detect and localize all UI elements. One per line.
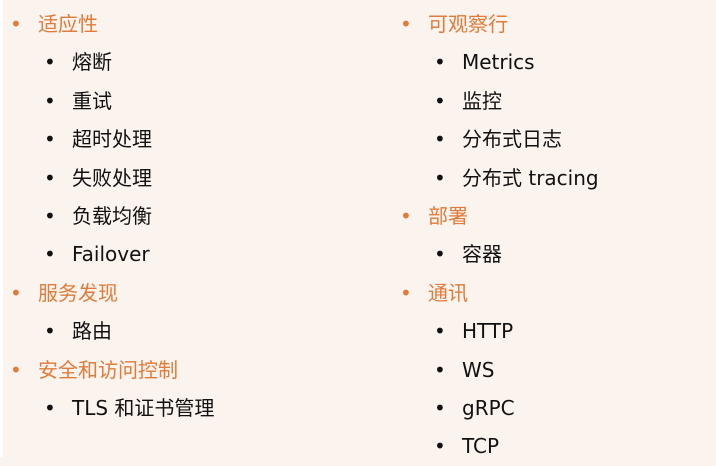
bullet-icon: • — [10, 357, 22, 382]
list-item-label: 分布式 tracing — [462, 165, 599, 190]
bullet-icon: • — [10, 280, 22, 305]
bullet-icon: • — [434, 50, 446, 75]
list-item-label: 熔断 — [72, 50, 112, 75]
list-item-label: TCP — [462, 434, 500, 459]
bullet-icon: • — [44, 242, 56, 267]
list-item-label: gRPC — [462, 395, 515, 420]
bullet-icon: • — [44, 319, 56, 344]
list-item-label: 负载均衡 — [72, 203, 152, 228]
bullet-icon: • — [434, 242, 446, 267]
list-item-label: HTTP — [462, 319, 514, 344]
bullet-icon: • — [44, 88, 56, 113]
list-item-label: WS — [462, 357, 495, 382]
bullet-icon: • — [10, 12, 22, 36]
section-heading: 部署 — [428, 203, 468, 228]
list-item-label: 监控 — [462, 88, 502, 113]
bullet-icon: • — [44, 395, 56, 420]
list-item-label: Metrics — [462, 50, 535, 75]
section-heading: 安全和访问控制 — [38, 357, 178, 382]
bullet-icon: • — [434, 434, 446, 459]
section-heading: 通讯 — [428, 280, 468, 305]
bullet-icon: • — [434, 357, 446, 382]
list-item-label: 容器 — [462, 242, 502, 267]
bullet-icon: • — [400, 203, 412, 228]
section-heading: 可观察行 — [428, 12, 508, 36]
bullet-icon: • — [434, 165, 446, 190]
list-item-label: 重试 — [72, 88, 112, 113]
list-item-label: 超时处理 — [72, 127, 152, 152]
bullet-icon: • — [400, 280, 412, 305]
list-item-label: TLS 和证书管理 — [72, 395, 215, 420]
bullet-icon: • — [434, 319, 446, 344]
slide-left-edge — [0, 0, 3, 457]
bullet-icon: • — [44, 165, 56, 190]
bullet-icon: • — [434, 395, 446, 420]
list-item-label: 分布式日志 — [462, 127, 562, 152]
section-heading: 适应性 — [38, 12, 98, 36]
section-heading: 服务发现 — [38, 280, 118, 305]
bullet-icon: • — [44, 203, 56, 228]
list-item-label: 失败处理 — [72, 165, 152, 190]
bullet-icon: • — [400, 12, 412, 36]
bullet-icon: • — [44, 50, 56, 75]
list-item-label: 路由 — [72, 319, 112, 344]
bullet-icon: • — [434, 88, 446, 113]
bullet-icon: • — [434, 127, 446, 152]
list-item-label: Failover — [72, 242, 150, 267]
bullet-icon: • — [44, 127, 56, 152]
